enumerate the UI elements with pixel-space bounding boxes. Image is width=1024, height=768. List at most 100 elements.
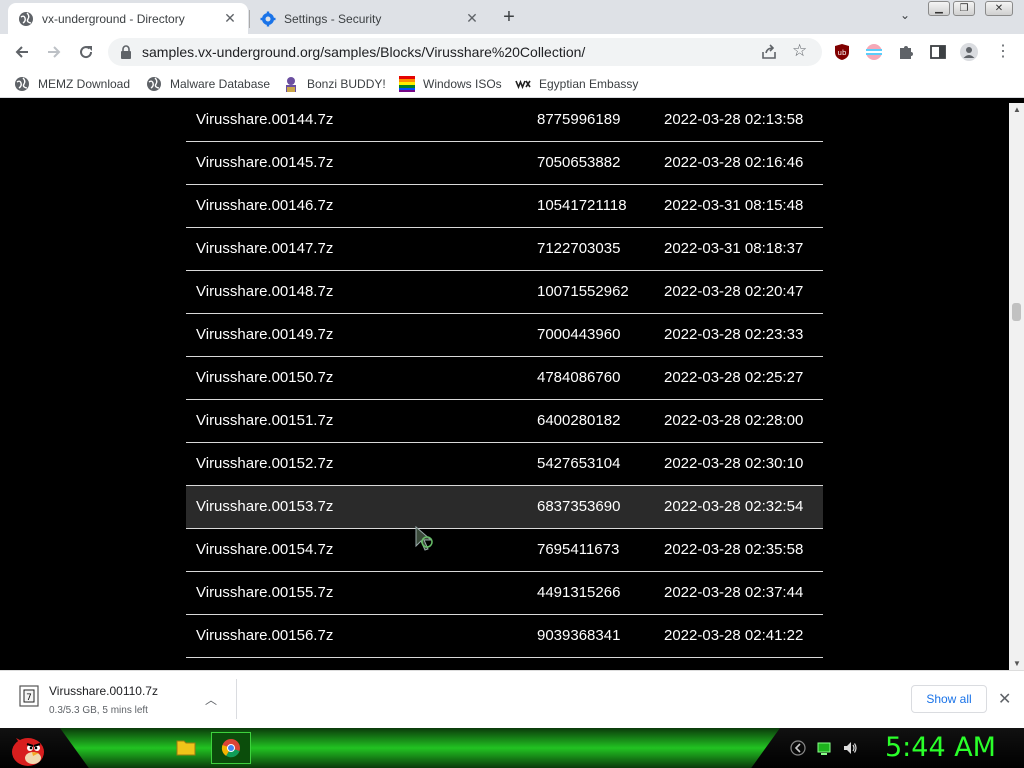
- profile-icon[interactable]: [960, 43, 978, 61]
- file-name-link[interactable]: Virusshare.00155.7z: [196, 584, 333, 601]
- tray-arrow-icon[interactable]: [790, 740, 806, 756]
- bookmark-malware-database[interactable]: Malware Database: [146, 74, 270, 94]
- bookmark-memz-download[interactable]: MEMZ Download: [14, 74, 130, 94]
- system-tray: [790, 740, 858, 756]
- archive-file-icon[interactable]: 7: [18, 685, 40, 707]
- file-size: 9039368341: [537, 627, 621, 644]
- gear-icon: [260, 11, 276, 26]
- vertical-scrollbar[interactable]: ▲ ▼: [1009, 103, 1024, 670]
- table-row[interactable]: Virusshare.00149.7z 7000443960 2022-03-2…: [186, 314, 823, 357]
- file-name-link[interactable]: Virusshare.00144.7z: [196, 111, 333, 128]
- file-size: 10071552962: [537, 283, 629, 300]
- globe-icon: [147, 77, 161, 91]
- angry-bird-start-icon[interactable]: [6, 728, 46, 768]
- file-date: 2022-03-28 02:32:54: [664, 498, 804, 515]
- volume-icon[interactable]: [842, 740, 858, 756]
- table-row[interactable]: Virusshare.00145.7z 7050653882 2022-03-2…: [186, 142, 823, 185]
- scroll-down-arrow-icon[interactable]: ▼: [1013, 659, 1021, 668]
- tab-search-chevron-icon[interactable]: ⌄: [895, 8, 915, 26]
- bookmark-label: Bonzi BUDDY!: [307, 77, 386, 91]
- bookmark-label: Malware Database: [170, 77, 271, 91]
- download-filename[interactable]: Virusshare.00110.7z: [49, 684, 158, 698]
- show-all-button[interactable]: Show all: [911, 685, 987, 713]
- taskbar-glow: [60, 728, 780, 768]
- network-icon[interactable]: [816, 740, 832, 756]
- page-viewport: Virusshare.00144.7z 8775996189 2022-03-2…: [0, 103, 1009, 670]
- table-row[interactable]: Virusshare.00144.7z 8775996189 2022-03-2…: [186, 103, 823, 142]
- file-date: 2022-03-28 02:16:46: [664, 154, 804, 171]
- globe-icon: [19, 11, 33, 26]
- bookmark-star-icon[interactable]: ☆: [792, 41, 807, 61]
- file-date: 2022-03-28 02:30:10: [664, 455, 804, 472]
- file-name-link[interactable]: Virusshare.00153.7z: [196, 498, 333, 515]
- url-text[interactable]: samples.vx-underground.org/samples/Block…: [142, 44, 585, 60]
- tab-settings-security[interactable]: Settings - Security ✕: [250, 3, 490, 34]
- close-tab-icon[interactable]: ✕: [464, 10, 480, 27]
- file-date: 2022-03-28 02:41:22: [664, 627, 804, 644]
- file-name-link[interactable]: Virusshare.00147.7z: [196, 240, 333, 257]
- puzzle-icon[interactable]: [897, 43, 915, 61]
- file-size: 7695411673: [537, 541, 620, 558]
- file-listing-table: Virusshare.00144.7z 8775996189 2022-03-2…: [186, 103, 823, 658]
- table-row[interactable]: Virusshare.00146.7z 10541721118 2022-03-…: [186, 185, 823, 228]
- translate-icon[interactable]: [865, 43, 883, 61]
- table-row-hovered[interactable]: Virusshare.00153.7z 6837353690 2022-03-2…: [186, 486, 823, 529]
- forward-arrow-icon: [48, 46, 61, 58]
- table-row[interactable]: Virusshare.00154.7z 7695411673 2022-03-2…: [186, 529, 823, 572]
- globe-icon: [15, 77, 29, 91]
- share-icon[interactable]: [760, 43, 778, 61]
- file-name-link[interactable]: Virusshare.00154.7z: [196, 541, 333, 558]
- file-date: 2022-03-28 02:35:58: [664, 541, 804, 558]
- chrome-taskbar-button[interactable]: [211, 732, 251, 764]
- scroll-thumb[interactable]: [1012, 303, 1021, 321]
- table-row[interactable]: Virusshare.00151.7z 6400280182 2022-03-2…: [186, 400, 823, 443]
- table-row[interactable]: Virusshare.00148.7z 10071552962 2022-03-…: [186, 271, 823, 314]
- table-row[interactable]: Virusshare.00147.7z 7122703035 2022-03-3…: [186, 228, 823, 271]
- file-name-link[interactable]: Virusshare.00151.7z: [196, 412, 333, 429]
- table-row[interactable]: Virusshare.00155.7z 4491315266 2022-03-2…: [186, 572, 823, 615]
- lock-icon[interactable]: [120, 45, 132, 59]
- file-date: 2022-03-28 02:28:00: [664, 412, 804, 429]
- bookmark-label: Windows ISOs: [423, 77, 502, 91]
- file-name-link[interactable]: Virusshare.00152.7z: [196, 455, 333, 472]
- taskbar-clock[interactable]: 5:44 AM: [885, 732, 996, 763]
- file-size: 7122703035: [537, 240, 621, 257]
- file-date: 2022-03-28 02:20:47: [664, 283, 804, 300]
- table-row[interactable]: Virusshare.00156.7z 9039368341 2022-03-2…: [186, 615, 823, 658]
- side-panel-icon[interactable]: [929, 43, 947, 61]
- bookmarks-bar: MEMZ Download Malware Database Bonzi BUD…: [0, 70, 1024, 98]
- minimize-button[interactable]: ▁: [928, 1, 950, 16]
- file-name-link[interactable]: Virusshare.00156.7z: [196, 627, 333, 644]
- tab-strip: vx-underground - Directory ✕ Settings - …: [0, 0, 1024, 34]
- reload-button[interactable]: [73, 40, 99, 64]
- bookmark-egyptian-embassy[interactable]: Egyptian Embassy: [515, 74, 638, 94]
- file-size: 6400280182: [537, 412, 621, 429]
- new-tab-button[interactable]: +: [498, 6, 520, 28]
- back-button[interactable]: [9, 40, 35, 64]
- tab-vx-underground[interactable]: vx-underground - Directory ✕: [8, 3, 248, 34]
- bookmark-label: Egyptian Embassy: [539, 77, 639, 91]
- ublock-icon[interactable]: ub: [833, 43, 851, 61]
- table-row[interactable]: Virusshare.00152.7z 5427653104 2022-03-2…: [186, 443, 823, 486]
- download-shelf: 7 Virusshare.00110.7z 0.3/5.3 GB, 5 mins…: [0, 670, 1024, 728]
- close-tab-icon[interactable]: ✕: [222, 10, 238, 27]
- file-size: 10541721118: [537, 197, 627, 214]
- file-name-link[interactable]: Virusshare.00150.7z: [196, 369, 333, 386]
- bookmark-bonzi-buddy[interactable]: Bonzi BUDDY!: [283, 74, 386, 94]
- folder-icon[interactable]: [176, 738, 196, 756]
- table-row[interactable]: Virusshare.00150.7z 4784086760 2022-03-2…: [186, 357, 823, 400]
- forward-button[interactable]: [41, 40, 67, 64]
- chevron-up-icon[interactable]: ︿: [205, 691, 217, 708]
- address-bar[interactable]: samples.vx-underground.org/samples/Block…: [108, 38, 822, 66]
- file-name-link[interactable]: Virusshare.00145.7z: [196, 154, 333, 171]
- scroll-up-arrow-icon[interactable]: ▲: [1013, 105, 1021, 114]
- close-window-button[interactable]: ✕: [985, 1, 1013, 16]
- close-icon[interactable]: ✕: [998, 689, 1011, 709]
- file-name-link[interactable]: Virusshare.00149.7z: [196, 326, 333, 343]
- file-date: 2022-03-31 08:15:48: [664, 197, 804, 214]
- file-name-link[interactable]: Virusshare.00146.7z: [196, 197, 333, 214]
- file-name-link[interactable]: Virusshare.00148.7z: [196, 283, 333, 300]
- restore-button[interactable]: ❐: [953, 1, 975, 16]
- bookmark-windows-isos[interactable]: Windows ISOs: [399, 74, 502, 94]
- kebab-menu-icon[interactable]: ⋮: [994, 43, 1012, 61]
